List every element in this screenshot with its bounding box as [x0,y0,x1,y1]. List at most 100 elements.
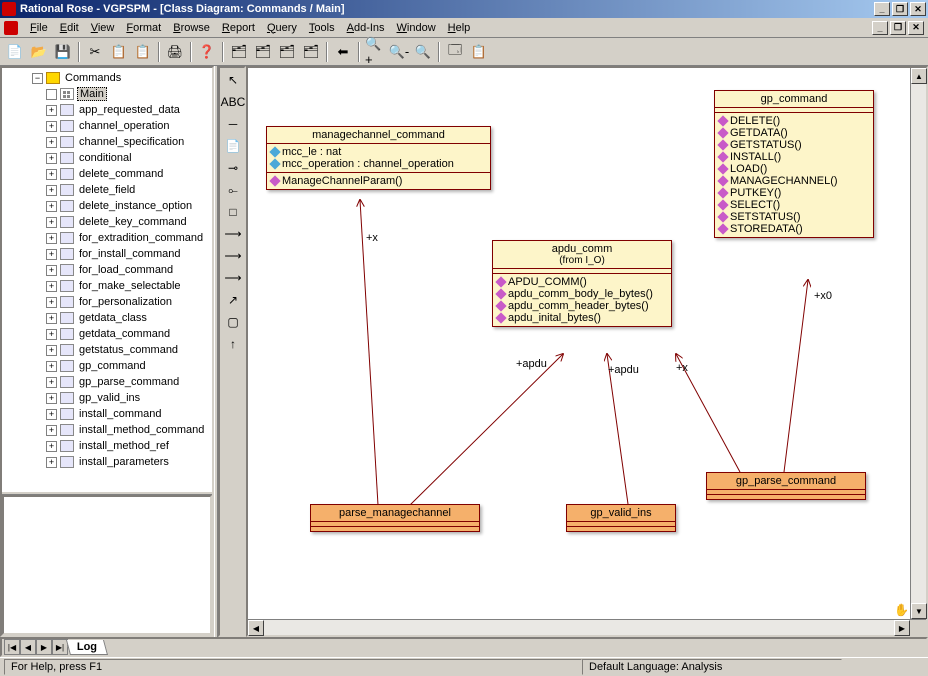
tree-node[interactable]: +for_extradition_command [4,230,210,246]
expander-icon[interactable]: + [46,361,57,372]
tree-node[interactable]: +for_load_command [4,262,210,278]
expander-icon[interactable]: + [46,281,57,292]
tree-node[interactable]: −Commands [4,70,210,86]
expander-icon[interactable]: + [46,153,57,164]
tree-node[interactable]: +app_requested_data [4,102,210,118]
class-managechannel-command[interactable]: managechannel_command mcc_le : natmcc_op… [266,126,491,190]
expander-icon[interactable]: + [46,105,57,116]
toolbar-button-1[interactable]: 📂 [28,41,50,63]
toolbox-button-4[interactable]: ⊸ [222,158,244,178]
toolbox-button-2[interactable]: ─ [222,114,244,134]
log-prev-button[interactable]: ◀ [20,639,36,655]
diagram-canvas[interactable]: managechannel_command mcc_le : natmcc_op… [248,68,910,619]
toolbox-button-11[interactable]: ▢ [222,312,244,332]
tree-node[interactable]: +delete_command [4,166,210,182]
scroll-left-button[interactable]: ◀ [248,620,264,636]
tree-node[interactable]: +for_make_selectable [4,278,210,294]
toolbox-button-6[interactable]: □ [222,202,244,222]
tree-node[interactable]: +install_method_ref [4,438,210,454]
scroll-down-button[interactable]: ▼ [911,603,927,619]
mdi-close-button[interactable]: ✕ [908,21,924,35]
expander-icon[interactable]: + [46,345,57,356]
tree-node[interactable]: +getdata_class [4,310,210,326]
vertical-scrollbar[interactable]: ▲ ▼ [910,68,926,619]
toolbar-button-13[interactable]: 🗂 [252,41,274,63]
toolbar-button-21[interactable]: 🔍 [412,41,434,63]
tree-node[interactable]: +conditional [4,150,210,166]
toolbox-button-3[interactable]: 📄 [222,136,244,156]
scroll-up-button[interactable]: ▲ [911,68,927,84]
class-gp-parse-command[interactable]: gp_parse_command [706,472,866,500]
minimize-button[interactable]: _ [874,2,890,16]
tree-node[interactable]: +install_command [4,406,210,422]
tree-node[interactable]: +gp_parse_command [4,374,210,390]
expander-icon[interactable]: + [46,121,57,132]
expander-icon[interactable]: + [46,249,57,260]
menu-window[interactable]: Window [391,20,442,36]
toolbar-button-0[interactable]: 📄 [4,41,26,63]
log-tab[interactable]: Log [66,640,108,655]
toolbox-button-8[interactable]: ⟶ [222,246,244,266]
expander-icon[interactable]: + [46,441,57,452]
tree-node[interactable]: +install_parameters [4,454,210,470]
maximize-button[interactable]: ❐ [892,2,908,16]
menu-file[interactable]: File [24,20,54,36]
tree-node[interactable]: +gp_valid_ins [4,390,210,406]
mdi-minimize-button[interactable]: _ [872,21,888,35]
expander-icon[interactable]: + [46,425,57,436]
toolbar-button-6[interactable]: 📋 [132,41,154,63]
expander-icon[interactable] [46,89,57,100]
tree-node[interactable]: +getdata_command [4,326,210,342]
tree-node[interactable]: +install_method_command [4,422,210,438]
toolbar-button-2[interactable]: 💾 [52,41,74,63]
tree-node[interactable]: +delete_field [4,182,210,198]
toolbox-button-7[interactable]: ⟶ [222,224,244,244]
toolbox-button-5[interactable]: ⟜ [222,180,244,200]
menu-report[interactable]: Report [216,20,261,36]
tree-node[interactable]: +channel_specification [4,134,210,150]
tree-node[interactable]: +for_install_command [4,246,210,262]
toolbar-button-10[interactable]: ❓ [196,41,218,63]
expander-icon[interactable]: + [46,393,57,404]
tree-node[interactable]: Main [4,86,210,102]
log-next-button[interactable]: ▶ [36,639,52,655]
expander-icon[interactable]: + [46,313,57,324]
menu-edit[interactable]: Edit [54,20,85,36]
tree-node[interactable]: +getstatus_command [4,342,210,358]
toolbox-button-12[interactable]: ↑ [222,334,244,354]
class-gp-command[interactable]: gp_command DELETE()GETDATA()GETSTATUS()I… [714,90,874,238]
expander-icon[interactable]: + [46,377,57,388]
toolbar-button-19[interactable]: 🔍+ [364,41,386,63]
expander-icon[interactable]: + [46,169,57,180]
expander-icon[interactable]: + [46,217,57,228]
menu-add-ins[interactable]: Add-Ins [341,20,391,36]
expander-icon[interactable]: + [46,409,57,420]
expander-icon[interactable]: + [46,185,57,196]
menu-help[interactable]: Help [442,20,477,36]
expander-icon[interactable]: + [46,137,57,148]
mdi-restore-button[interactable]: ❐ [890,21,906,35]
log-first-button[interactable]: |◀ [4,639,20,655]
menu-query[interactable]: Query [261,20,303,36]
expander-icon[interactable]: − [32,73,43,84]
toolbar-button-15[interactable]: 🗂 [300,41,322,63]
documentation-pane[interactable] [2,495,212,635]
toolbar-button-14[interactable]: 🗂 [276,41,298,63]
toolbar-button-4[interactable]: ✂ [84,41,106,63]
tree-node[interactable]: +for_personalization [4,294,210,310]
toolbar-button-5[interactable]: 📋 [108,41,130,63]
menu-format[interactable]: Format [120,20,167,36]
class-gp-valid-ins[interactable]: gp_valid_ins [566,504,676,532]
class-apdu-comm[interactable]: apdu_comm (from I_O) APDU_COMM()apdu_com… [492,240,672,327]
menu-tools[interactable]: Tools [303,20,341,36]
browser-tree[interactable]: −Commands Main+app_requested_data+channe… [2,68,212,491]
tree-node[interactable]: +delete_key_command [4,214,210,230]
toolbar-button-24[interactable]: 📋 [468,41,490,63]
toolbar-button-17[interactable]: ⬅ [332,41,354,63]
expander-icon[interactable]: + [46,201,57,212]
tree-node[interactable]: +gp_command [4,358,210,374]
expander-icon[interactable]: + [46,329,57,340]
expander-icon[interactable]: + [46,265,57,276]
toolbar-button-23[interactable]: 🗔 [444,41,466,63]
tree-node[interactable]: +channel_operation [4,118,210,134]
